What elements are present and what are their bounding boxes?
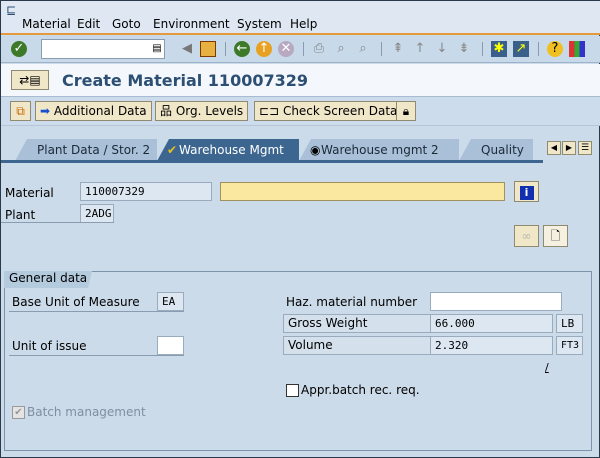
check-data-icon: ⊏⊐ xyxy=(259,104,280,118)
exit-icon[interactable]: ↑ xyxy=(256,41,272,57)
material-description-input[interactable] xyxy=(220,182,505,201)
glasses-icon[interactable]: ∞ xyxy=(514,225,539,247)
help-icon[interactable]: ? xyxy=(547,41,563,57)
unit-of-issue-label: Unit of issue xyxy=(12,339,87,353)
tab-list-icon[interactable]: ☰ xyxy=(578,141,592,155)
tab-warehouse-mgmt[interactable]: Warehouse Mgmt xyxy=(157,139,299,161)
display-change-icon[interactable]: ⇄▤ xyxy=(11,70,49,90)
print-icon[interactable]: ⎙ xyxy=(311,41,327,57)
first-page-icon[interactable]: ⇞ xyxy=(390,41,406,57)
page-title: Create Material 110007329 xyxy=(62,71,308,90)
material-label: Material xyxy=(5,186,54,200)
tab-scroll-right-icon[interactable]: ▶ xyxy=(562,141,576,155)
haz-material-label: Haz. material number xyxy=(286,295,418,309)
menu-help[interactable]: Help xyxy=(290,17,317,31)
enter-icon[interactable]: ✓ xyxy=(11,41,27,57)
menu-edit[interactable]: Edit xyxy=(77,17,100,31)
cancel-icon[interactable]: ✕ xyxy=(278,41,294,57)
menu-material[interactable]: Material xyxy=(22,17,71,31)
command-history-icon[interactable]: ▤ xyxy=(149,41,165,57)
tab-status-pending-icon: ◉ xyxy=(310,143,321,157)
volume-field: 2.320 xyxy=(430,336,553,355)
base-uom-field: EA xyxy=(157,292,184,311)
new-document-icon[interactable]: 🗋 xyxy=(543,225,568,247)
title-bar: ⇄▤ Create Material 110007329 xyxy=(1,64,600,97)
check-screen-data-button[interactable]: ⊏⊐ Check Screen Data xyxy=(254,101,403,121)
application-toolbar: ⧉ ➡ Additional Data 品 Org. Levels ⊏⊐ Che… xyxy=(1,97,600,126)
tab-plant-data-stor-2[interactable]: Plant Data / Stor. 2 xyxy=(15,139,157,161)
back-icon[interactable]: ← xyxy=(234,41,250,57)
appr-batch-checkbox[interactable] xyxy=(286,384,299,397)
lock-icon[interactable]: 🔒︎ xyxy=(396,101,416,121)
volume-unit: FT3 xyxy=(556,336,583,355)
menu-goto[interactable]: Goto xyxy=(112,17,141,31)
menu-environment[interactable]: Environment xyxy=(153,17,230,31)
slash-field: / xyxy=(545,361,549,374)
standard-toolbar: ✓ ▤ ◀ ← ↑ ✕ ⎙ ⌕ ⌕ ⇞ ↑ ↓ ⇟ ✱ ↗ ? xyxy=(1,36,600,63)
save-icon[interactable] xyxy=(200,41,216,57)
system-menu-icon[interactable]: ⊑ xyxy=(6,3,16,17)
last-page-icon[interactable]: ⇟ xyxy=(456,41,472,57)
tab-status-check-icon: ✔ xyxy=(167,143,178,157)
prev-page-icon[interactable]: ↑ xyxy=(412,41,428,57)
command-field[interactable] xyxy=(41,39,165,59)
info-icon[interactable]: i xyxy=(514,181,539,202)
general-data-header: General data xyxy=(4,271,92,288)
material-field: 110007329 xyxy=(80,182,212,201)
tab-scroll-left-icon[interactable]: ◀ xyxy=(547,141,561,155)
tab-warehouse-mgmt-2[interactable]: Warehouse mgmt 2 xyxy=(299,139,459,161)
gross-weight-field: 66.000 xyxy=(430,314,553,333)
shortcut-icon[interactable]: ↗ xyxy=(513,41,529,57)
haz-material-input[interactable] xyxy=(430,292,562,311)
additional-data-button[interactable]: ➡ Additional Data xyxy=(35,101,152,121)
batch-management-checkbox: ✔ xyxy=(12,406,25,419)
plant-field: 2ADG xyxy=(80,204,114,223)
new-session-icon[interactable]: ✱ xyxy=(491,41,507,57)
select-views-icon[interactable]: ⧉ xyxy=(10,101,31,121)
plant-label: Plant xyxy=(5,208,36,222)
find-icon[interactable]: ⌕ xyxy=(333,41,349,57)
arrow-right-icon: ➡ xyxy=(40,104,51,118)
tab-strip-border xyxy=(1,160,543,163)
prev-icon[interactable]: ◀ xyxy=(179,41,195,57)
appr-batch-label: Appr.batch rec. req. xyxy=(301,383,420,397)
unit-of-issue-input[interactable] xyxy=(157,336,184,355)
next-page-icon[interactable]: ↓ xyxy=(434,41,450,57)
layout-icon[interactable] xyxy=(569,41,585,57)
batch-management-label: Batch management xyxy=(27,405,146,419)
menu-system[interactable]: System xyxy=(237,17,282,31)
gross-weight-unit: LB xyxy=(556,314,583,333)
find-next-icon[interactable]: ⌕ xyxy=(355,41,371,57)
base-uom-label: Base Unit of Measure xyxy=(12,295,140,309)
menu-bar: ⊑ Material Edit Goto Environment System … xyxy=(1,1,600,35)
tab-quality[interactable]: Quality ... xyxy=(459,139,533,161)
org-levels-button[interactable]: 品 Org. Levels xyxy=(155,101,249,121)
hierarchy-icon: 品 xyxy=(160,104,173,118)
